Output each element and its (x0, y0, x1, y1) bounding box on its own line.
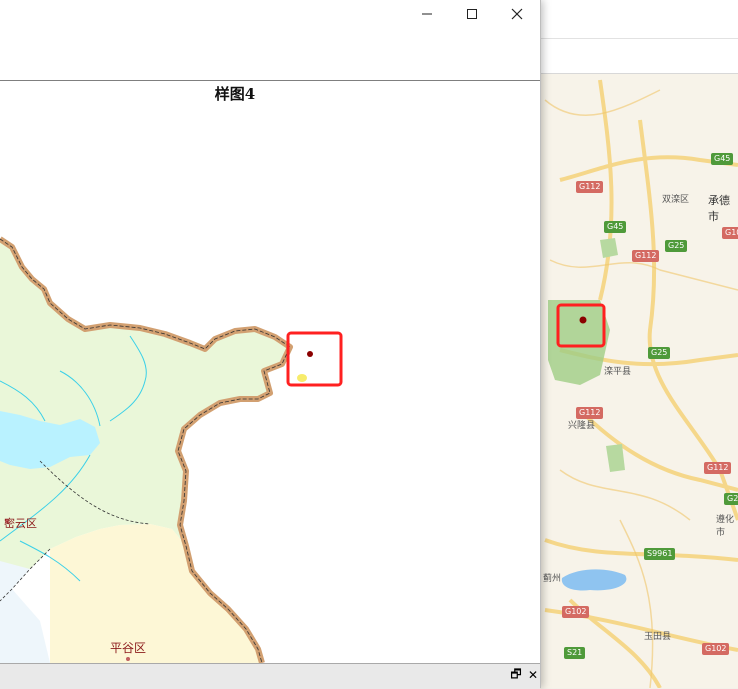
close-button[interactable] (494, 0, 540, 28)
road-shield: G112 (576, 181, 604, 193)
map-graphics (0, 236, 343, 663)
road-shield: G112 (704, 462, 732, 474)
road-shield: G45 (604, 221, 627, 233)
pinggu-district-region (50, 524, 262, 663)
west-district-region (0, 561, 50, 663)
pinggu-label: 平谷区 (110, 641, 147, 655)
road-shield: G25 (665, 240, 688, 252)
maximize-button[interactable] (449, 0, 495, 28)
minimize-button[interactable] (404, 0, 450, 28)
map-canvas[interactable]: 密云区 平谷区 (0, 81, 540, 663)
road-shield: G2 (724, 493, 738, 505)
road-shield: G112 (632, 250, 660, 262)
place-label: 双滦区 (662, 195, 690, 205)
status-bar (0, 663, 540, 689)
highlight-patch (297, 374, 307, 382)
restore-panel-button[interactable]: 🗗 (508, 667, 524, 683)
place-label: 蓟州 (543, 574, 562, 584)
road-shield: G101 (722, 227, 738, 239)
road-shield: G25 (648, 347, 671, 359)
highlight-box (286, 331, 343, 387)
location-marker (307, 351, 313, 357)
map-title: 样图4 (214, 85, 256, 103)
road-shield: S21 (564, 647, 586, 659)
road-shield: G45 (711, 153, 734, 165)
district-seat-marker (126, 657, 130, 661)
toolbar-area (0, 30, 540, 81)
place-label: 玉田县 (644, 632, 672, 642)
close-panel-button[interactable]: ✕ (525, 667, 541, 683)
road-shield: S9961 (644, 548, 676, 560)
place-label: 承德市 (708, 194, 730, 223)
road-shield: G102 (702, 643, 730, 655)
bg-location-marker (579, 316, 587, 324)
bg-reservoir (561, 569, 627, 591)
restore-icon: 🗗 (510, 666, 522, 681)
place-label: 遵化市 (716, 515, 735, 538)
place-label: 滦平县 (604, 367, 632, 377)
title-bar[interactable] (0, 0, 540, 30)
close-icon (511, 8, 523, 20)
maximize-icon (467, 9, 477, 19)
road-shield: G102 (562, 606, 590, 618)
miyun-label: 密云区 (4, 517, 37, 530)
minimize-icon (422, 13, 432, 15)
map-viewer-window: 密云区 平谷区 样图4 🗗 ✕ (0, 0, 541, 689)
close-icon: ✕ (527, 668, 539, 682)
place-label: 兴隆县 (568, 421, 596, 431)
